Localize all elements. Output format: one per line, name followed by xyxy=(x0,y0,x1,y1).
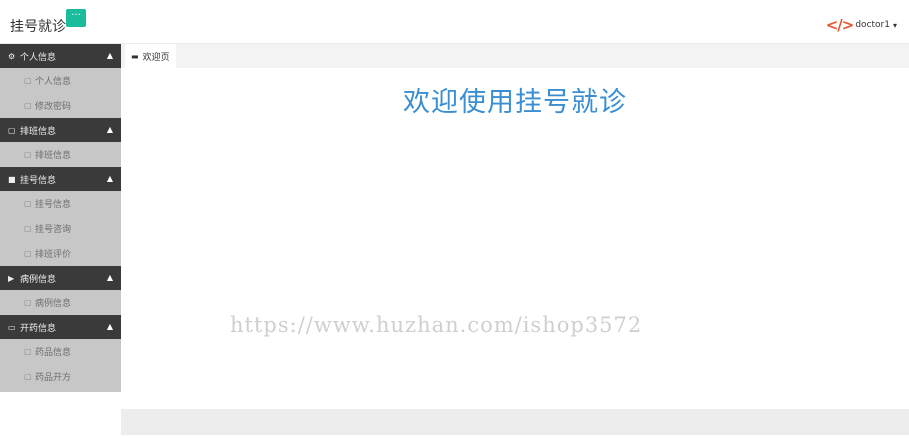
code-logo-icon: </> xyxy=(825,16,855,34)
footer-bar xyxy=(121,409,909,435)
sidebar-item-case-info[interactable]: ▢ 病例信息 xyxy=(0,290,121,315)
sidebar-item-label: 修改密码 xyxy=(35,102,72,112)
sidebar-group-personal-info[interactable]: ⚙ 个人信息 ▲ xyxy=(0,44,121,68)
sidebar-group-schedule-info[interactable]: ▢ 排班信息 ▲ xyxy=(0,118,121,142)
watermark-text: https://www.huzhan.com/ishop3572 xyxy=(230,313,643,337)
user-name: doctor1 xyxy=(855,20,890,30)
sidebar-group-label: 挂号信息 xyxy=(20,175,57,186)
folder-icon: ■ xyxy=(8,174,16,184)
sidebar-group-case-info[interactable]: ▶ 病例信息 ▲ xyxy=(0,266,121,290)
sidebar-item-label: 挂号咨询 xyxy=(35,225,72,235)
chevron-up-icon: ▲ xyxy=(106,174,113,183)
file-icon: ▢ xyxy=(24,249,32,258)
sidebar-item-schedule-info[interactable]: ▢ 排班信息 xyxy=(0,142,121,167)
tab-bar: ▬ 欢迎页 xyxy=(121,44,909,68)
chevron-down-icon: ▾ xyxy=(892,20,897,30)
sidebar-item-label: 个人信息 xyxy=(35,77,72,87)
chevron-up-icon: ▲ xyxy=(106,51,113,60)
sidebar-group-label: 个人信息 xyxy=(20,52,57,63)
sidebar-item-registration-consult[interactable]: ▢ 挂号咨询 xyxy=(0,216,121,241)
sidebar-group-label: 排班信息 xyxy=(20,126,57,137)
sidebar-item-label: 排班评价 xyxy=(35,250,72,260)
chevron-up-icon: ▲ xyxy=(106,125,113,134)
sidebar-item-label: 挂号信息 xyxy=(35,200,72,210)
file-icon: ▢ xyxy=(24,298,32,307)
chat-icon: ▭ xyxy=(8,322,16,332)
sidebar-item-change-password[interactable]: ▢ 修改密码 xyxy=(0,93,121,118)
tab-welcome[interactable]: ▬ 欢迎页 xyxy=(125,44,176,68)
file-icon: ▢ xyxy=(24,76,32,85)
top-bar: 挂号就诊 ··· </> doctor1 ▾ xyxy=(0,0,909,44)
file-icon: ▢ xyxy=(24,101,32,110)
play-icon: ▶ xyxy=(8,273,15,283)
sidebar-group-prescription-info[interactable]: ▭ 开药信息 ▲ xyxy=(0,315,121,339)
user-menu[interactable]: </> doctor1 ▾ xyxy=(826,16,897,34)
sidebar-item-label: 药品开方 xyxy=(35,373,72,383)
sidebar-item-drug-prescribe[interactable]: ▢ 药品开方 xyxy=(0,364,121,389)
file-icon: ▢ xyxy=(24,224,32,233)
file-icon: ▢ xyxy=(24,199,32,208)
sidebar-item-schedule-review[interactable]: ▢ 排班评价 xyxy=(0,241,121,266)
sidebar-item-drug-info[interactable]: ▢ 药品信息 xyxy=(0,339,121,364)
sidebar-item-registration-info[interactable]: ▢ 挂号信息 xyxy=(0,191,121,216)
sidebar-item-personal-info[interactable]: ▢ 个人信息 xyxy=(0,68,121,93)
sidebar-group-registration-info[interactable]: ■ 挂号信息 ▲ xyxy=(0,167,121,191)
chevron-up-icon: ▲ xyxy=(106,322,113,331)
sidebar-item-label: 药品信息 xyxy=(35,348,72,358)
file-icon: ▢ xyxy=(8,125,16,135)
sidebar-group-label: 病例信息 xyxy=(20,274,57,285)
sidebar-item-label: 排班信息 xyxy=(35,151,72,161)
chevron-up-icon: ▲ xyxy=(106,273,113,282)
menu-toggle-button[interactable]: ··· xyxy=(66,9,86,27)
more-icon: ··· xyxy=(71,10,81,21)
file-icon: ▢ xyxy=(24,150,32,159)
sidebar-group-label: 开药信息 xyxy=(20,323,57,334)
window-icon: ▬ xyxy=(131,51,139,61)
gear-icon: ⚙ xyxy=(8,51,16,61)
file-icon: ▢ xyxy=(24,347,32,356)
sidebar-item-label: 病例信息 xyxy=(35,299,72,309)
app-title: 挂号就诊 xyxy=(10,19,66,35)
sidebar: ⚙ 个人信息 ▲ ▢ 个人信息 ▢ 修改密码 ▢ 排班信息 ▲ ▢ 排班信息 ■… xyxy=(0,44,121,392)
welcome-heading: 欢迎使用挂号就诊 xyxy=(403,87,627,118)
tab-label: 欢迎页 xyxy=(142,52,170,63)
file-icon: ▢ xyxy=(24,372,32,381)
